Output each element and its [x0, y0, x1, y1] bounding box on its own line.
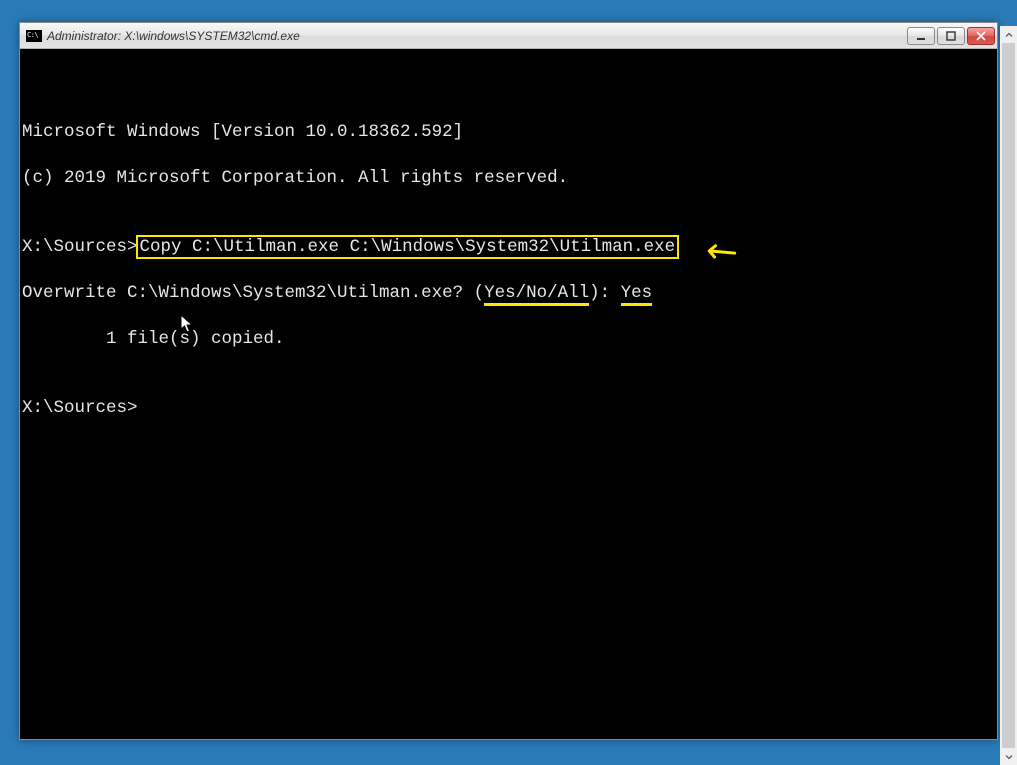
output-line: Microsoft Windows [Version 10.0.18362.59… — [22, 121, 978, 144]
minimize-icon — [916, 31, 926, 41]
output-line: X:\Sources> — [22, 397, 978, 420]
window-controls — [907, 27, 995, 45]
overwrite-answer: Yes — [621, 283, 653, 306]
output-line: X:\Sources>Copy C:\Utilman.exe C:\Window… — [22, 236, 978, 259]
output-line: Overwrite C:\Windows\System32\Utilman.ex… — [22, 282, 978, 305]
close-button[interactable] — [967, 27, 995, 45]
cmd-icon: C:\ — [26, 30, 42, 42]
maximize-button[interactable] — [937, 27, 965, 45]
scroll-track[interactable] — [1000, 43, 1017, 748]
prompt: X:\Sources> — [22, 237, 138, 257]
chevron-up-icon — [1005, 31, 1013, 39]
vertical-scrollbar[interactable] — [1000, 26, 1017, 765]
titlebar[interactable]: C:\ Administrator: X:\windows\SYSTEM32\c… — [20, 23, 997, 49]
output-line: (c) 2019 Microsoft Corporation. All righ… — [22, 167, 978, 190]
scroll-down-button[interactable] — [1000, 748, 1017, 765]
close-icon — [976, 31, 986, 41]
overwrite-close: ): — [589, 283, 621, 303]
scroll-thumb[interactable] — [1002, 43, 1015, 748]
highlighted-command: Copy C:\Utilman.exe C:\Windows\System32\… — [136, 235, 680, 259]
overwrite-options: Yes/No/All — [484, 283, 589, 306]
chevron-down-icon — [1005, 753, 1013, 761]
minimize-button[interactable] — [907, 27, 935, 45]
output-line: 1 file(s) copied. — [22, 328, 978, 351]
terminal-area[interactable]: Microsoft Windows [Version 10.0.18362.59… — [20, 49, 997, 739]
overwrite-text: Overwrite C:\Windows\System32\Utilman.ex… — [22, 283, 484, 303]
window-title: Administrator: X:\windows\SYSTEM32\cmd.e… — [47, 29, 907, 43]
cmd-window: C:\ Administrator: X:\windows\SYSTEM32\c… — [19, 22, 998, 740]
scroll-up-button[interactable] — [1000, 26, 1017, 43]
maximize-icon — [946, 31, 956, 41]
